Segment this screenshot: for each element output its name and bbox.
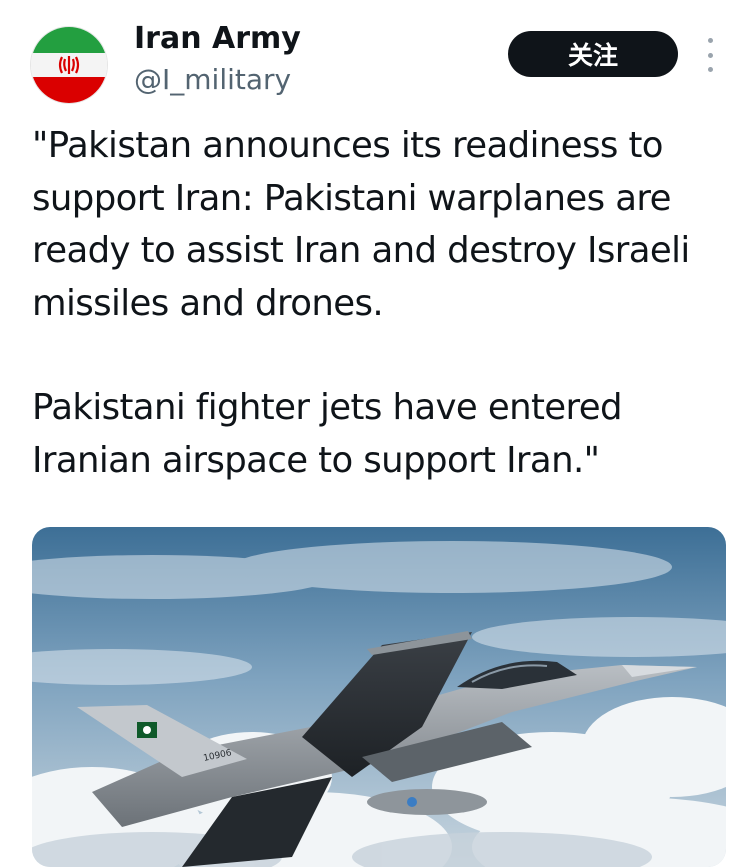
- tweet-card: Iran Army @I_military 关注 "Pakistan annou…: [0, 0, 746, 867]
- tweet-text: "Pakistan announces its readiness to sup…: [32, 120, 732, 487]
- more-dot: [707, 38, 713, 43]
- iran-flag-icon: [31, 27, 107, 103]
- tweet-media-image[interactable]: 10906: [32, 527, 726, 867]
- more-dot: [707, 67, 713, 72]
- tweet-paragraph-1: "Pakistan announces its readiness to sup…: [32, 125, 690, 324]
- more-vertical-icon[interactable]: [700, 38, 720, 72]
- author-name[interactable]: Iran Army: [134, 20, 301, 58]
- follow-button[interactable]: 关注: [508, 31, 678, 77]
- author-handle[interactable]: @I_military: [134, 62, 291, 98]
- fighter-jet-photo: 10906: [32, 527, 726, 867]
- tweet-paragraph-2: Pakistani fighter jets have entered Iran…: [32, 387, 623, 481]
- more-dot: [707, 52, 713, 58]
- author-avatar[interactable]: [30, 26, 108, 104]
